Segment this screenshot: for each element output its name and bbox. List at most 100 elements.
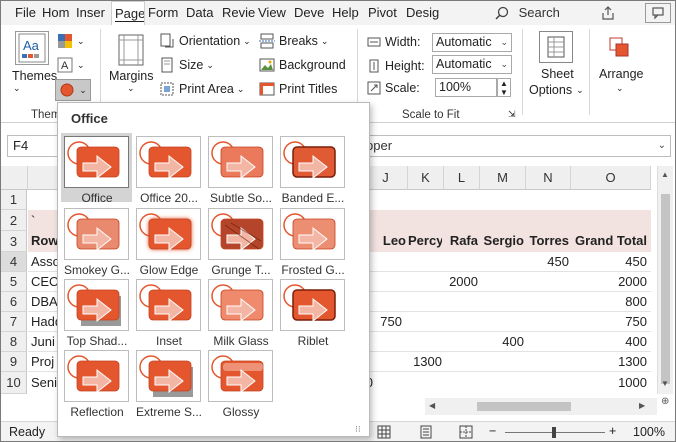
theme-effect-thumbnail[interactable] bbox=[280, 208, 345, 260]
cell-o8[interactable]: 400 bbox=[571, 332, 647, 352]
normal-view-icon[interactable] bbox=[377, 425, 391, 439]
theme-effect-thumbnail[interactable] bbox=[64, 350, 129, 402]
theme-effect-thumbnail[interactable] bbox=[208, 136, 273, 188]
horizontal-scrollbar[interactable]: ◀ ▶ bbox=[425, 398, 657, 415]
tab-help[interactable]: Help bbox=[329, 1, 365, 25]
horizontal-scroll-thumb[interactable] bbox=[477, 402, 571, 411]
formula-input[interactable]: pper ⌄ bbox=[359, 135, 671, 157]
tab-pivot[interactable]: Pivot bbox=[365, 1, 403, 25]
header-cell[interactable]: Leo bbox=[364, 231, 406, 251]
theme-effect-thumbnail[interactable] bbox=[136, 279, 201, 331]
cell-o10[interactable]: 1000 bbox=[571, 373, 647, 393]
theme-effect-thumbnail[interactable] bbox=[64, 279, 129, 331]
scroll-left-icon[interactable]: ◀ bbox=[429, 401, 435, 410]
sheet-options-icon[interactable] bbox=[539, 31, 573, 63]
search-box[interactable]: Search bbox=[495, 1, 560, 25]
row-header[interactable]: 10 bbox=[1, 372, 27, 394]
theme-effect-thumbnail[interactable] bbox=[64, 136, 129, 188]
row-header[interactable]: 3 bbox=[1, 231, 27, 252]
tab-insert[interactable]: Inser bbox=[73, 1, 111, 25]
theme-effect-thumbnail[interactable] bbox=[208, 279, 273, 331]
comments-icon[interactable] bbox=[645, 3, 671, 23]
cell-o9[interactable]: 1300 bbox=[571, 352, 647, 372]
margins-icon[interactable] bbox=[117, 33, 145, 67]
dialog-launcher-icon[interactable]: ⇲ bbox=[508, 109, 516, 120]
row-header[interactable]: 7 bbox=[1, 312, 27, 332]
tab-review[interactable]: Revie bbox=[219, 1, 255, 25]
column-header-j[interactable]: J bbox=[364, 166, 408, 190]
background-button[interactable]: Background bbox=[259, 57, 346, 73]
effects-button[interactable]: ⌄ bbox=[55, 79, 91, 101]
zoom-out-icon[interactable]: − bbox=[489, 424, 496, 438]
scroll-down-icon[interactable]: ▼ bbox=[661, 379, 669, 388]
print-area-button[interactable]: Print Area ⌄ bbox=[159, 81, 244, 97]
tab-page-layout[interactable]: Page bbox=[111, 1, 145, 25]
resize-grip-icon[interactable]: ⁝⁝ bbox=[355, 424, 361, 435]
theme-effect-thumbnail[interactable] bbox=[136, 208, 201, 260]
cell-a5[interactable]: CEO bbox=[31, 272, 59, 292]
themes-button[interactable]: Aa bbox=[15, 31, 49, 65]
row-header[interactable]: 6 bbox=[1, 292, 27, 312]
tab-design[interactable]: Desig bbox=[403, 1, 439, 25]
margins-label[interactable]: Margins bbox=[109, 69, 153, 83]
column-header-l[interactable]: L bbox=[444, 166, 480, 190]
header-cell[interactable]: Rafa bbox=[444, 231, 478, 251]
arrange-label[interactable]: Arrange bbox=[599, 67, 643, 81]
cell-a3[interactable]: Row bbox=[31, 231, 58, 251]
expand-formula-chevron-icon[interactable]: ⌄ bbox=[658, 136, 666, 156]
scroll-up-icon[interactable]: ▲ bbox=[661, 170, 669, 179]
print-titles-button[interactable]: Print Titles bbox=[259, 81, 337, 97]
row-header[interactable]: 9 bbox=[1, 352, 27, 372]
header-cell[interactable]: Grand Total bbox=[571, 231, 647, 251]
row-header[interactable]: 1 bbox=[1, 190, 27, 210]
cell-a9[interactable]: Proj bbox=[31, 352, 54, 372]
theme-effect-thumbnail[interactable] bbox=[136, 136, 201, 188]
cell-k9[interactable]: 1300 bbox=[408, 352, 442, 372]
column-header-o[interactable]: O bbox=[571, 166, 651, 190]
cell-l5[interactable]: 2000 bbox=[444, 272, 478, 292]
theme-effect-thumbnail[interactable] bbox=[280, 136, 345, 188]
select-all-corner[interactable] bbox=[1, 166, 28, 190]
cell-a6[interactable]: DBA bbox=[31, 292, 58, 312]
vertical-scroll-thumb[interactable] bbox=[661, 194, 670, 384]
size-button[interactable]: Size ⌄ bbox=[159, 57, 214, 73]
scale-input[interactable]: 100% bbox=[435, 78, 497, 97]
header-cell[interactable]: Sergio bbox=[480, 231, 524, 251]
cell-n4[interactable]: 450 bbox=[526, 252, 569, 272]
width-select[interactable]: Automatic ⌄ bbox=[432, 33, 512, 52]
zoom-in-icon[interactable]: + bbox=[609, 424, 616, 438]
header-cell[interactable]: Torres bbox=[526, 231, 570, 251]
cell-o4[interactable]: 450 bbox=[571, 252, 647, 272]
scroll-right-icon[interactable]: ▶ bbox=[639, 401, 645, 410]
column-header-n[interactable]: N bbox=[526, 166, 571, 190]
zoom-slider-thumb[interactable] bbox=[552, 427, 556, 438]
cell-a4[interactable]: Asso bbox=[31, 252, 60, 272]
cell-o5[interactable]: 2000 bbox=[571, 272, 647, 292]
cell-o7[interactable]: 750 bbox=[571, 312, 647, 332]
tab-developer[interactable]: Deve bbox=[291, 1, 329, 25]
row-header[interactable]: 4 bbox=[1, 252, 27, 272]
sheet-options-label-2[interactable]: Options ⌄ bbox=[529, 83, 584, 97]
header-cell[interactable]: Percy bbox=[408, 231, 442, 251]
page-layout-view-icon[interactable] bbox=[419, 425, 433, 439]
orientation-button[interactable]: Orientation ⌄ bbox=[159, 33, 251, 49]
share-icon[interactable] bbox=[595, 3, 621, 23]
column-header-k[interactable]: K bbox=[408, 166, 444, 190]
tab-formulas[interactable]: Form bbox=[145, 1, 183, 25]
theme-effect-thumbnail[interactable] bbox=[136, 350, 201, 402]
height-select[interactable]: Automatic ⌄ bbox=[432, 55, 512, 74]
scale-spinner[interactable]: ▲ ▼ bbox=[497, 78, 511, 97]
theme-effect-thumbnail[interactable] bbox=[280, 279, 345, 331]
fonts-button[interactable]: A ⌄ bbox=[57, 57, 85, 73]
cell-o6[interactable]: 800 bbox=[571, 292, 647, 312]
theme-effect-thumbnail[interactable] bbox=[208, 208, 273, 260]
column-header-m[interactable]: M bbox=[480, 166, 526, 190]
tab-view[interactable]: View bbox=[255, 1, 291, 25]
arrange-icon[interactable] bbox=[607, 33, 633, 63]
cell-a10[interactable]: Seni bbox=[31, 373, 57, 393]
cell-m8[interactable]: 400 bbox=[480, 332, 524, 352]
cell-a2[interactable]: ` bbox=[31, 211, 35, 231]
zoom-level[interactable]: 100% bbox=[633, 425, 665, 439]
colors-button[interactable]: ⌄ bbox=[57, 33, 85, 49]
tab-home[interactable]: Hom bbox=[39, 1, 73, 25]
